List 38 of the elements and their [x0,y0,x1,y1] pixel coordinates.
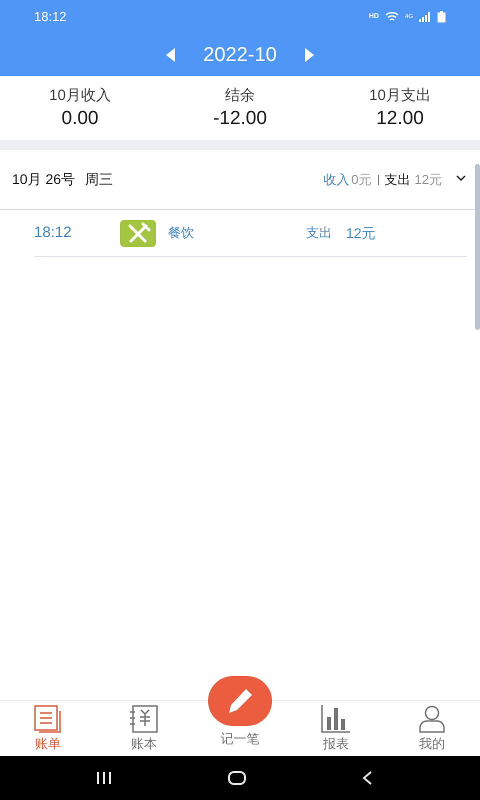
entry-time: 18:12 [34,222,73,243]
status-time: 18:12 [34,8,67,26]
day-weekday: 周三 [85,170,114,189]
nav-tab[interactable]: 账本 [96,701,192,757]
next-month-icon[interactable] [304,48,314,62]
bar-chart-icon [321,705,351,733]
summary-label: 10月支出 [369,86,431,106]
wifi-icon [384,12,399,22]
previous-month-icon[interactable] [166,48,176,62]
notebook-icon [129,705,159,733]
battery-icon [437,11,446,23]
nav-tab[interactable]: 账单 [0,701,96,757]
fork-knife-icon [120,220,156,246]
summary-value: 0.00 [62,107,98,131]
expense-label: 支出 [384,170,411,189]
nav-tab[interactable]: 我的 [384,701,480,757]
scrollbar[interactable] [475,164,480,330]
month-title: 2022-10 [203,43,277,68]
record-button[interactable] [208,676,272,726]
nav-tab[interactable]: 报表 [288,701,384,757]
nav-tab[interactable]: 记一笔 [220,729,260,747]
person-icon [417,705,447,733]
recent-apps-icon[interactable] [96,772,112,784]
expense-amount: 12元 [414,170,442,189]
signal-icon [419,12,431,22]
list-icon [33,705,63,733]
home-icon[interactable] [228,771,246,785]
income-label: 收入 [323,170,350,189]
income-amount: 0元 [351,170,372,189]
summary-label: 10月收入 [49,86,111,106]
summary-value: 12.00 [376,107,424,131]
entry-category: 餐饮 [168,224,195,242]
back-icon[interactable] [362,771,372,785]
summary-value: -12.00 [213,107,267,131]
entry-type: 支出 [306,224,332,242]
summary-label: 结余 [225,86,255,106]
entry-amount: 12元 [346,224,376,242]
day-date: 10月 26号 [12,170,76,189]
